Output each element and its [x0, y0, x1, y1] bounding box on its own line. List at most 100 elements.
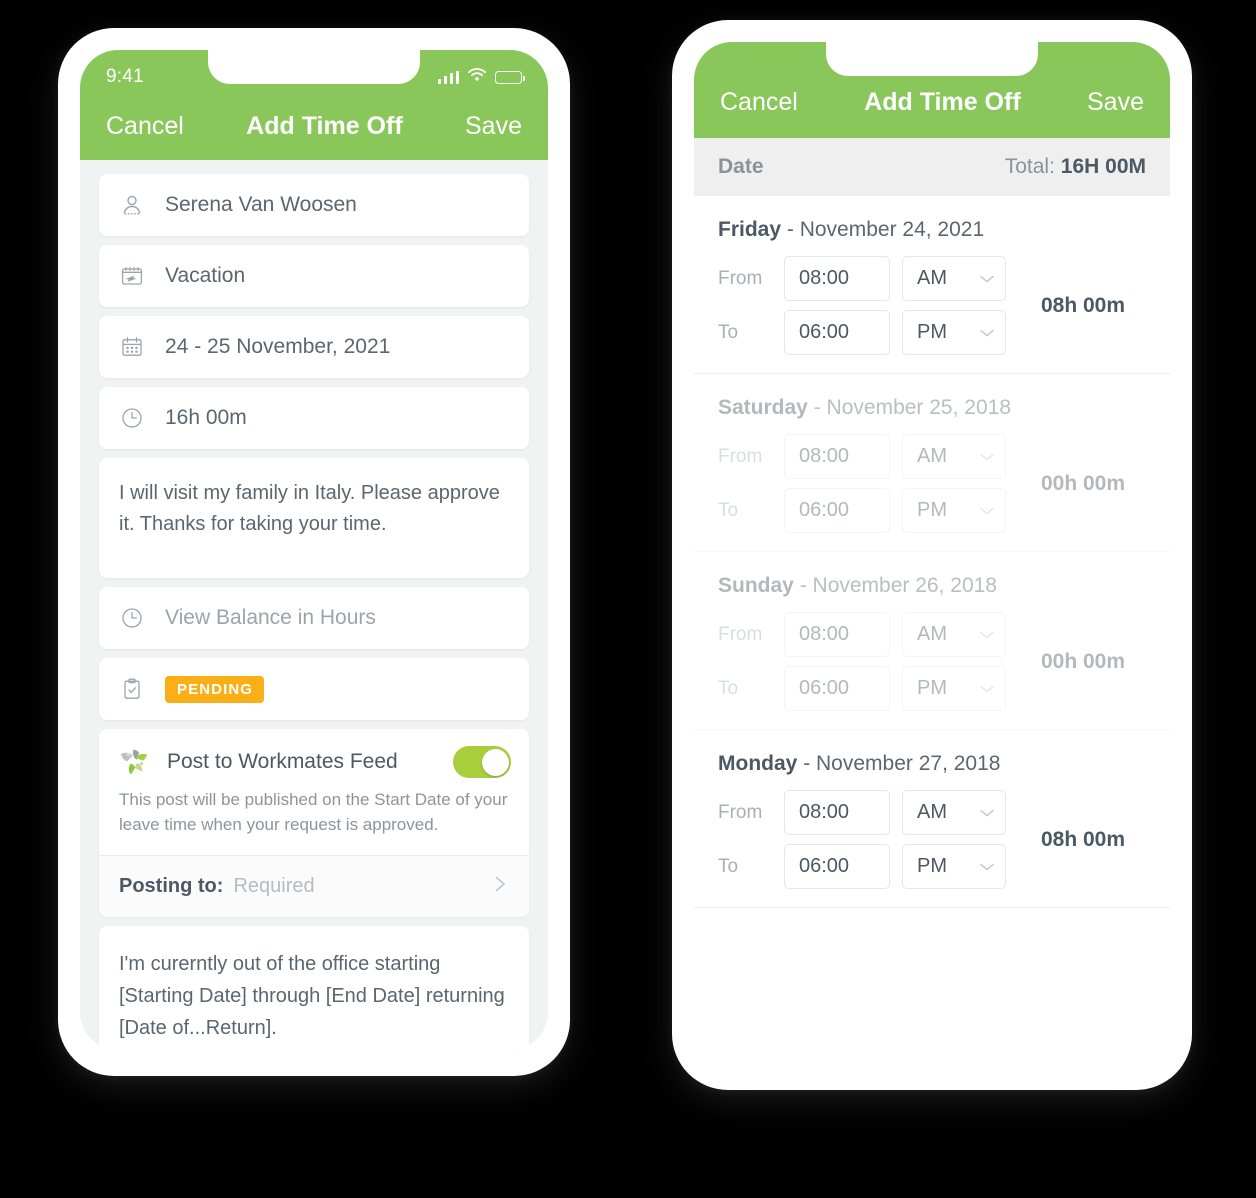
duration-value: 16h 00m — [165, 406, 247, 429]
vacation-plane-icon — [117, 261, 147, 291]
day-groups-container: Friday - November 24, 2021 From 08:00 AM… — [694, 196, 1170, 908]
note-textarea[interactable]: I will visit my family in Italy. Please … — [119, 478, 509, 540]
day-total-hours: 08h 00m — [1040, 293, 1126, 317]
to-time-input[interactable]: 06:00 — [784, 844, 890, 889]
to-label: To — [718, 321, 739, 343]
date-range-card[interactable]: 24 - 25 November, 2021 — [99, 316, 529, 378]
posting-to-row[interactable]: Posting to: Required — [99, 855, 529, 918]
battery-icon — [495, 70, 525, 84]
employee-row[interactable]: Serena Van Woosen — [99, 174, 529, 236]
status-bar-icons — [437, 68, 525, 86]
from-time-input[interactable]: 08:00 — [784, 256, 890, 301]
day-title: Friday - November 24, 2021 — [718, 218, 1146, 242]
to-period-value: PM — [917, 677, 947, 699]
to-row: To 06:00 PM — [718, 488, 1006, 533]
from-period-select[interactable]: AM — [902, 256, 1006, 301]
day-date: - November 26, 2018 — [799, 574, 997, 597]
duration-row[interactable]: 16h 00m — [99, 387, 529, 449]
clock-icon — [117, 403, 147, 433]
day-list-body: Date Total: 16H 00M Friday - November 24… — [694, 138, 1170, 1064]
workmates-logo-icon — [117, 745, 151, 779]
save-button[interactable]: Save — [465, 112, 522, 141]
workmates-header: Post to Workmates Feed — [99, 729, 529, 779]
leave-type-row[interactable]: Vacation — [99, 245, 529, 307]
phone-mockup-left: 9:41 Cancel Add Time Off Save Serena Van… — [58, 28, 570, 1076]
to-period-select[interactable]: PM — [902, 488, 1006, 533]
time-inputs-column: From 08:00 AM To 06:00 PM — [718, 256, 1006, 355]
to-time-input[interactable]: 06:00 — [784, 488, 890, 533]
from-row: From 08:00 AM — [718, 612, 1006, 657]
page-title: Add Time Off — [246, 111, 403, 140]
chevron-down-icon — [979, 506, 995, 516]
to-row: To 06:00 PM — [718, 666, 1006, 711]
day-group-sunday: Sunday - November 26, 2018 From 08:00 AM… — [694, 552, 1170, 730]
leave-type-card[interactable]: Vacation — [99, 245, 529, 307]
workmates-description: This post will be published on the Start… — [119, 790, 508, 834]
post-to-feed-toggle[interactable] — [453, 746, 511, 778]
day-total-hours: 08h 00m — [1040, 827, 1126, 851]
from-label: From — [718, 267, 763, 289]
day-title: Monday - November 27, 2018 — [718, 752, 1146, 776]
day-weekday: Saturday — [718, 396, 808, 419]
note-card[interactable]: I will visit my family in Italy. Please … — [99, 458, 529, 578]
from-period-select[interactable]: AM — [902, 434, 1006, 479]
from-period-select[interactable]: AM — [902, 790, 1006, 835]
cancel-button[interactable]: Cancel — [720, 88, 798, 117]
navbar-left: Cancel Add Time Off Save — [80, 98, 548, 160]
page-title: Add Time Off — [864, 87, 1021, 116]
time-inputs-column: From 08:00 AM To 06:00 PM — [718, 612, 1006, 711]
total-hours-summary: Total: 16H 00M — [1005, 155, 1146, 179]
to-period-select[interactable]: PM — [902, 844, 1006, 889]
chevron-down-icon — [979, 684, 995, 694]
screen-left: 9:41 Cancel Add Time Off Save Serena Van… — [80, 50, 548, 1050]
chevron-down-icon — [979, 630, 995, 640]
from-time-input[interactable]: 08:00 — [784, 434, 890, 479]
chevron-down-icon — [979, 328, 995, 338]
view-balance-row[interactable]: View Balance in Hours — [99, 587, 529, 649]
clipboard-check-icon — [117, 674, 147, 704]
to-row: To 06:00 PM — [718, 310, 1006, 355]
clock-icon — [117, 603, 147, 633]
from-period-value: AM — [917, 623, 947, 645]
status-row[interactable]: PENDING — [99, 658, 529, 720]
day-title: Saturday - November 25, 2018 — [718, 396, 1146, 420]
employee-row-card[interactable]: Serena Van Woosen — [99, 174, 529, 236]
date-column-header: Date — [718, 155, 764, 178]
day-date: - November 27, 2018 — [803, 752, 1001, 775]
to-period-select[interactable]: PM — [902, 666, 1006, 711]
from-period-select[interactable]: AM — [902, 612, 1006, 657]
to-period-value: PM — [917, 499, 947, 521]
to-period-select[interactable]: PM — [902, 310, 1006, 355]
to-time-input[interactable]: 06:00 — [784, 310, 890, 355]
phone-notch-left — [208, 50, 420, 84]
date-range-row[interactable]: 24 - 25 November, 2021 — [99, 316, 529, 378]
from-period-value: AM — [917, 445, 947, 467]
employee-name: Serena Van Woosen — [165, 193, 357, 216]
from-time-input[interactable]: 08:00 — [784, 790, 890, 835]
day-body: From 08:00 AM To 06:00 PM — [718, 790, 1146, 889]
time-inputs-column: From 08:00 AM To 06:00 PM — [718, 790, 1006, 889]
to-period-value: PM — [917, 321, 947, 343]
person-icon — [117, 190, 147, 220]
auto-reply-textarea[interactable]: I'm curerntly out of the office starting… — [119, 948, 509, 1044]
chevron-down-icon — [979, 808, 995, 818]
from-label: From — [718, 445, 763, 467]
save-button[interactable]: Save — [1087, 88, 1144, 117]
day-weekday: Friday — [718, 218, 782, 241]
to-time-input[interactable]: 06:00 — [784, 666, 890, 711]
screen-right: Cancel Add Time Off Save Date Total: 16H… — [694, 42, 1170, 1064]
from-time-input[interactable]: 08:00 — [784, 612, 890, 657]
status-badge: PENDING — [165, 675, 265, 703]
day-body: From 08:00 AM To 06:00 PM — [718, 434, 1146, 533]
status-card[interactable]: PENDING — [99, 658, 529, 720]
day-group-monday: Monday - November 27, 2018 From 08:00 AM… — [694, 730, 1170, 908]
calendar-icon — [117, 332, 147, 362]
view-balance-card[interactable]: View Balance in Hours — [99, 587, 529, 649]
cancel-button[interactable]: Cancel — [106, 112, 184, 141]
day-group-friday: Friday - November 24, 2021 From 08:00 AM… — [694, 196, 1170, 374]
view-balance-label: View Balance in Hours — [165, 606, 376, 629]
wifi-icon — [468, 68, 486, 86]
workmates-title: Post to Workmates Feed — [167, 750, 398, 773]
duration-card[interactable]: 16h 00m — [99, 387, 529, 449]
auto-reply-template-card[interactable]: I'm curerntly out of the office starting… — [99, 926, 529, 1050]
